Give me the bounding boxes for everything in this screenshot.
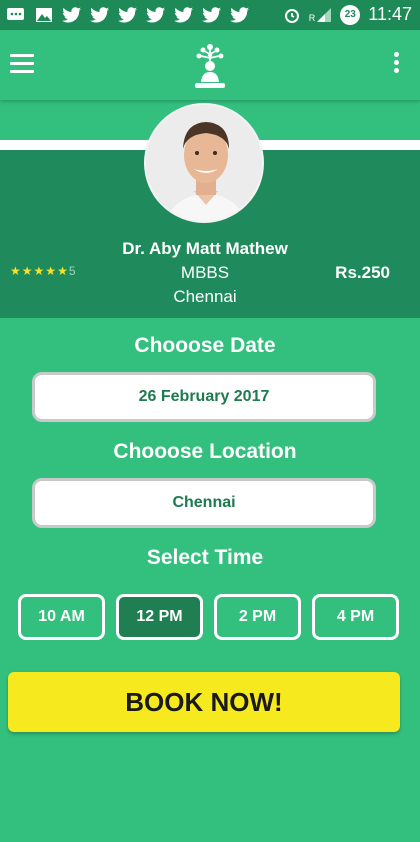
signal-indicator: R (309, 7, 333, 23)
roaming-label: R (308, 12, 316, 23)
time-slot-10am[interactable]: 10 AM (18, 594, 105, 640)
clock: 11:47 (368, 4, 412, 24)
choose-date-title: Chooose Date (134, 334, 276, 357)
doctor-city: Chennai (173, 287, 237, 306)
notification-badge: 23 (340, 4, 361, 25)
time-slot-row: 10 AM 12 PM 2 PM 4 PM (18, 594, 399, 640)
status-bar: R 23 11:47 (0, 0, 420, 30)
hamburger-menu-icon[interactable] (10, 54, 34, 74)
image-icon (36, 8, 52, 22)
twitter-icon (202, 7, 221, 23)
twitter-icon (146, 7, 165, 23)
twitter-icon (62, 7, 81, 23)
date-picker-field[interactable]: 26 February 2017 (32, 372, 376, 422)
select-time-title: Select Time (146, 546, 264, 569)
app-bar (0, 30, 420, 100)
twitter-icon (90, 7, 109, 23)
time-slot-2pm[interactable]: 2 PM (214, 594, 301, 640)
location-picker-field[interactable]: Chennai (32, 478, 376, 528)
alarm-icon (284, 8, 299, 23)
doctor-fee: Rs.250 (335, 263, 390, 282)
twitter-icon (230, 7, 249, 23)
twitter-icon (118, 7, 137, 23)
twitter-icon (174, 7, 193, 23)
doctor-photo (146, 105, 262, 221)
book-now-button[interactable]: BOOK NOW! (8, 672, 400, 732)
doctor-name: Dr. Aby Matt Mathew (122, 239, 288, 258)
time-slot-12pm[interactable]: 12 PM (116, 594, 203, 640)
tree-meditation-logo-icon (195, 44, 225, 88)
message-icon (7, 8, 24, 20)
time-slot-4pm[interactable]: 4 PM (312, 594, 399, 640)
more-vertical-icon[interactable] (394, 52, 400, 76)
doctor-avatar (144, 103, 264, 223)
choose-location-title: Chooose Location (113, 440, 297, 463)
signal-icon (317, 7, 332, 22)
